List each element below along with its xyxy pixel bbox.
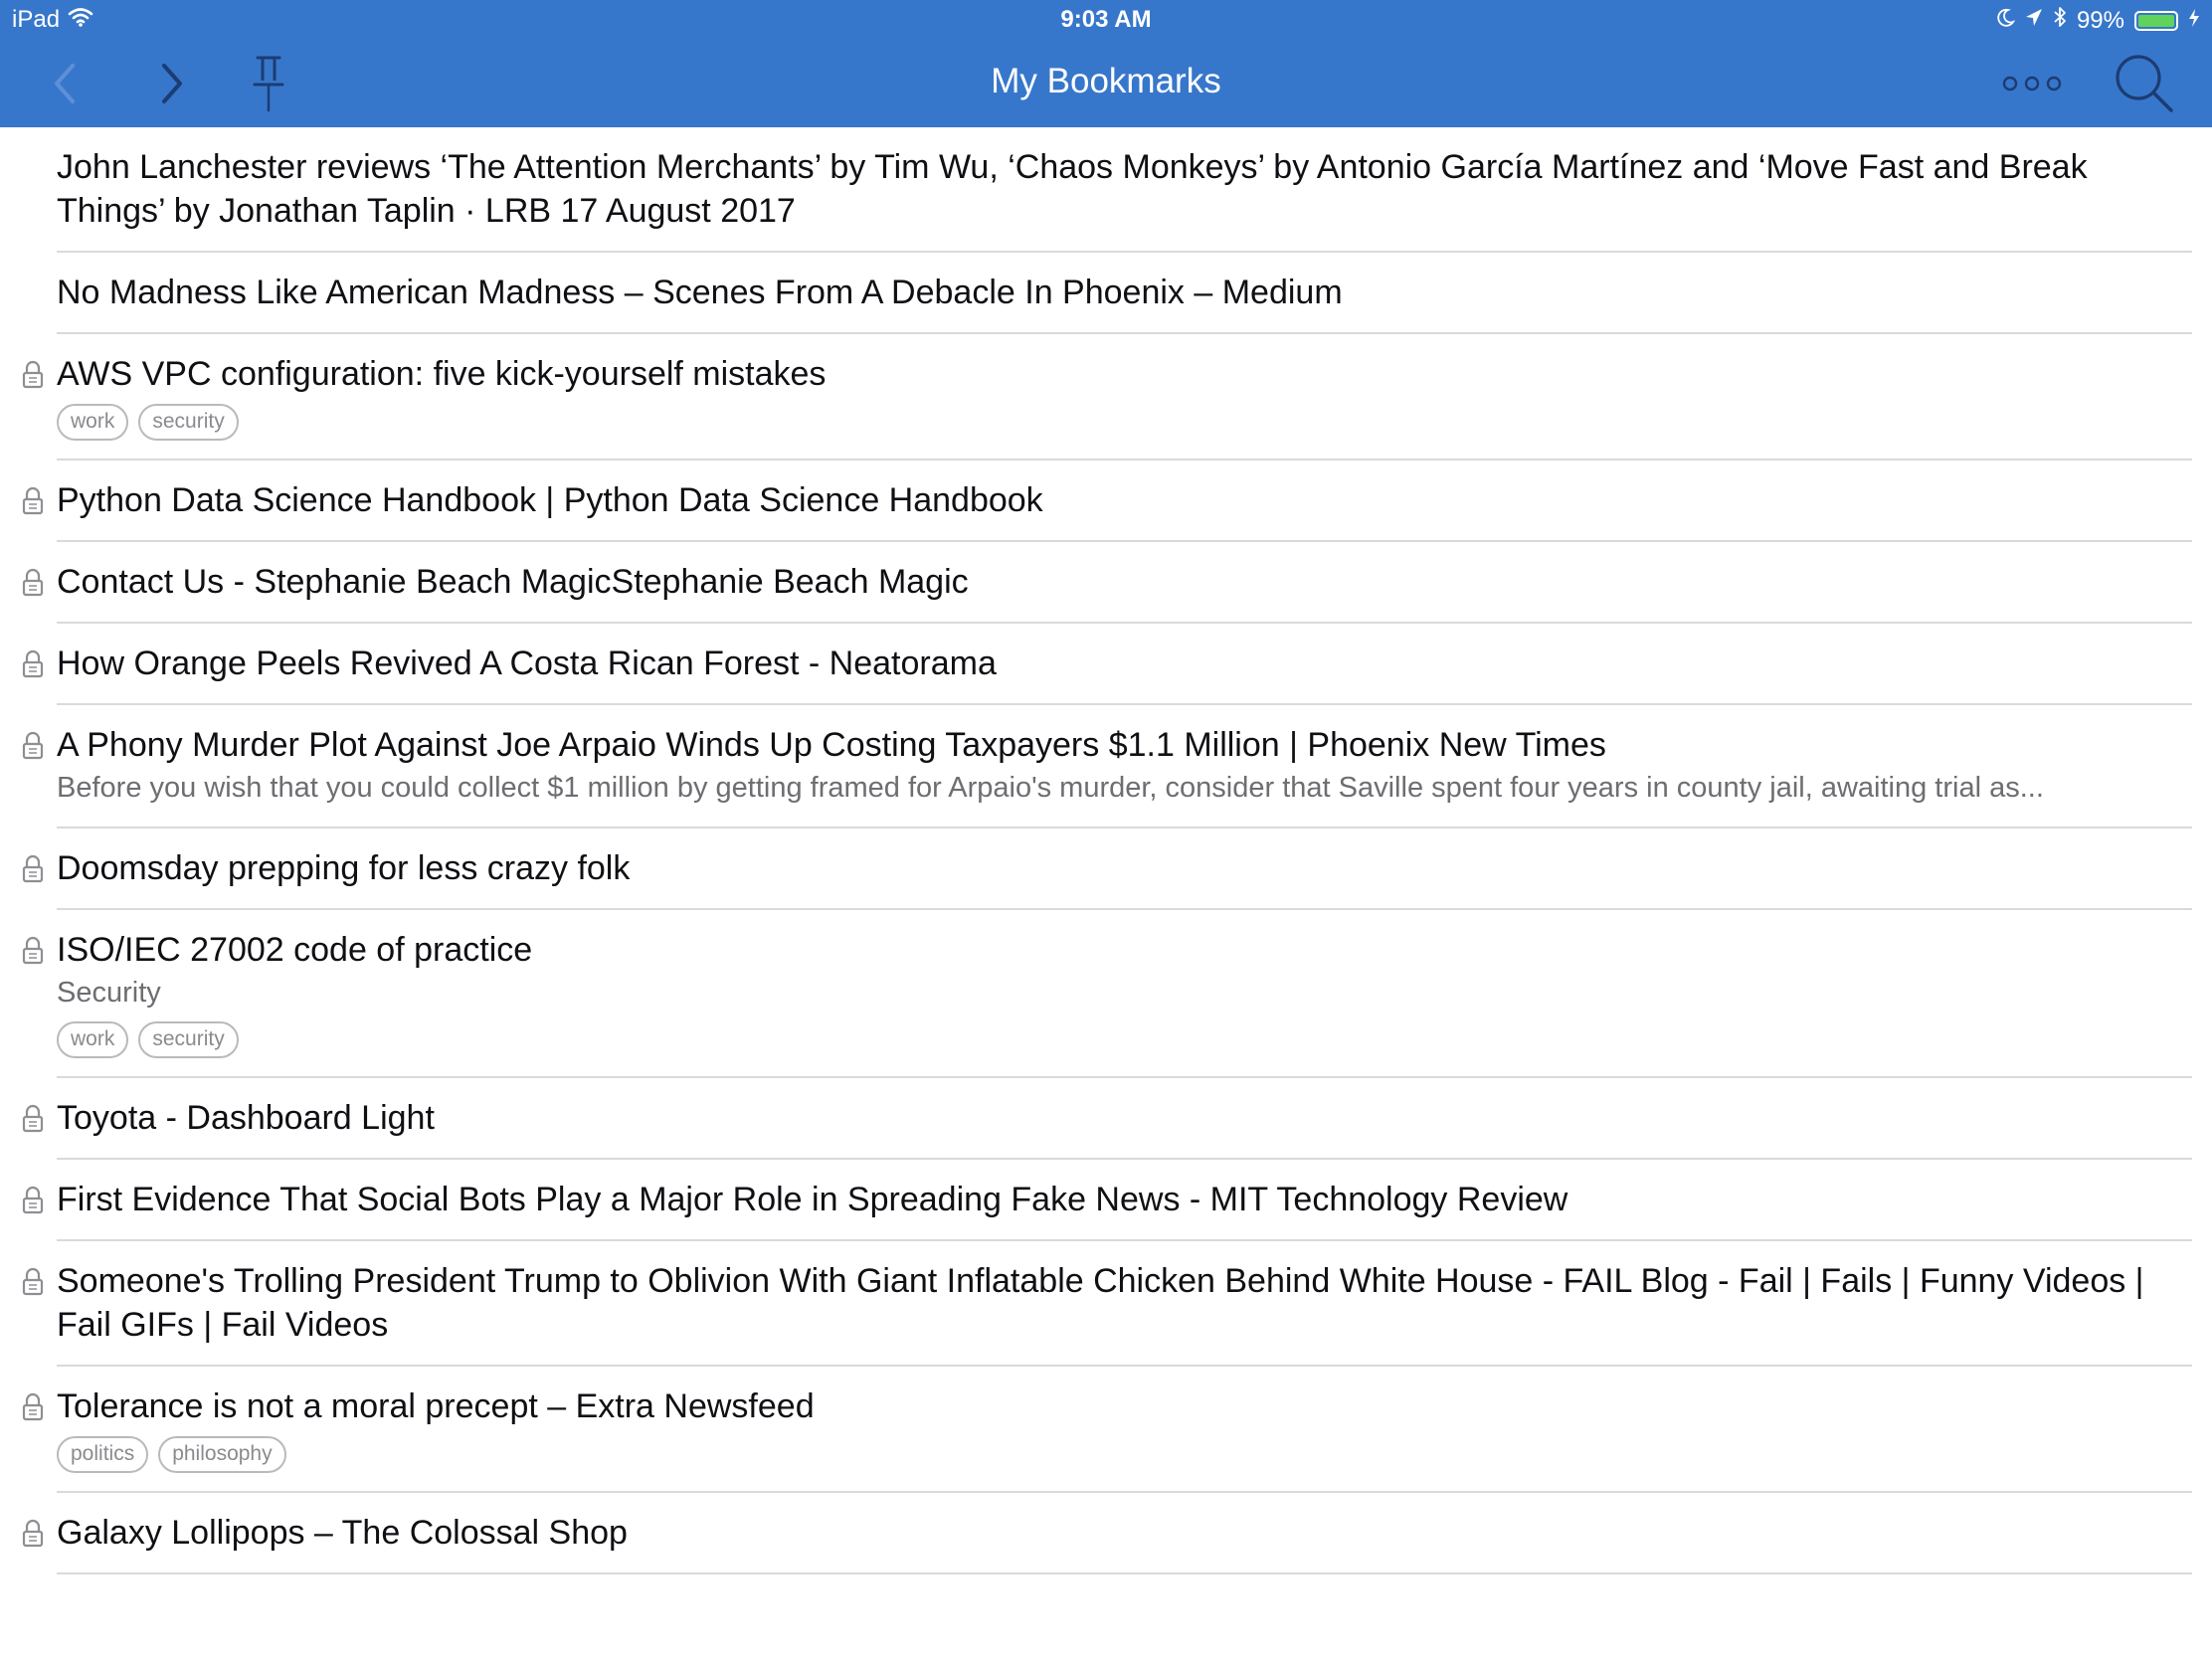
page-title: My Bookmarks bbox=[991, 62, 1221, 100]
bookmark-title: Galaxy Lollipops – The Colossal Shop bbox=[57, 1514, 628, 1552]
bookmark-title: John Lanchester reviews ‘The Attention M… bbox=[57, 148, 2088, 230]
bookmark-row[interactable]: ISO/IEC 27002 code of practice Security wo… bbox=[0, 910, 2212, 1078]
bookmark-content: Doomsday prepping for less crazy folk bbox=[57, 829, 2192, 910]
header: iPad 9:03 AM 99% My Bookmarks bbox=[0, 0, 2212, 127]
nav-bar: My Bookmarks bbox=[0, 40, 2212, 127]
bookmark-row[interactable]: AWS VPC configuration: five kick-yoursel… bbox=[0, 334, 2212, 461]
bookmark-title: Someone's Trolling President Trump to Ob… bbox=[57, 1262, 2144, 1344]
more-button[interactable] bbox=[1997, 52, 2067, 115]
bookmark-row[interactable]: Doomsday prepping for less crazy folk bbox=[0, 829, 2212, 910]
battery-icon bbox=[2134, 10, 2178, 31]
lock-icon bbox=[22, 1267, 44, 1297]
bookmark-content: ISO/IEC 27002 code of practice Security wo… bbox=[57, 910, 2192, 1078]
bookmark-row[interactable]: No Madness Like American Madness – Scene… bbox=[0, 253, 2212, 334]
lock-icon bbox=[22, 854, 44, 884]
battery-percent: 99% bbox=[2076, 6, 2124, 34]
status-time: 9:03 AM bbox=[1060, 6, 1152, 33]
bookmark-content: Galaxy Lollipops – The Colossal Shop bbox=[57, 1493, 2192, 1574]
bookmark-list: John Lanchester reviews ‘The Attention M… bbox=[0, 127, 2212, 1574]
bookmark-row[interactable]: John Lanchester reviews ‘The Attention M… bbox=[0, 127, 2212, 253]
lock-icon bbox=[22, 486, 44, 516]
bookmark-title: Toyota - Dashboard Light bbox=[57, 1099, 435, 1137]
bookmark-row[interactable]: Tolerance is not a moral precept – Extra… bbox=[0, 1367, 2212, 1493]
tag-chip[interactable]: work bbox=[57, 1021, 129, 1058]
bookmark-row[interactable]: Galaxy Lollipops – The Colossal Shop bbox=[0, 1493, 2212, 1574]
bookmark-title: Tolerance is not a moral precept – Extra… bbox=[57, 1387, 815, 1425]
bookmark-row[interactable]: First Evidence That Social Bots Play a M… bbox=[0, 1160, 2212, 1241]
bookmark-content: Tolerance is not a moral precept – Extra… bbox=[57, 1367, 2192, 1493]
lock-icon bbox=[22, 731, 44, 761]
bookmark-content: Contact Us - Stephanie Beach MagicStepha… bbox=[57, 542, 2192, 624]
lock-icon bbox=[22, 1392, 44, 1422]
bookmark-title: No Madness Like American Madness – Scene… bbox=[57, 274, 1343, 311]
tag-chip[interactable]: security bbox=[138, 404, 239, 441]
search-button[interactable] bbox=[2113, 52, 2176, 115]
lock-icon bbox=[22, 360, 44, 390]
bookmark-title: ISO/IEC 27002 code of practice bbox=[57, 931, 533, 969]
charging-bolt-icon bbox=[2188, 7, 2200, 35]
search-icon bbox=[2116, 55, 2173, 112]
bookmark-row[interactable]: Someone's Trolling President Trump to Ob… bbox=[0, 1241, 2212, 1367]
battery-fill bbox=[2138, 14, 2174, 27]
moon-icon bbox=[1995, 7, 2016, 35]
bookmark-title: A Phony Murder Plot Against Joe Arpaio W… bbox=[57, 726, 1606, 764]
bluetooth-icon bbox=[2053, 6, 2067, 35]
tag-list: work security bbox=[57, 1021, 2192, 1058]
tag-chip[interactable]: security bbox=[138, 1021, 239, 1058]
bookmark-content: AWS VPC configuration: five kick-yoursel… bbox=[57, 334, 2192, 461]
tag-chip[interactable]: politics bbox=[57, 1436, 149, 1473]
tag-chip[interactable]: philosophy bbox=[158, 1436, 286, 1473]
bookmark-row[interactable]: How Orange Peels Revived A Costa Rican F… bbox=[0, 624, 2212, 705]
bookmark-title: Python Data Science Handbook | Python Da… bbox=[57, 481, 1043, 519]
tag-chip[interactable]: work bbox=[57, 404, 129, 441]
lock-icon bbox=[22, 649, 44, 679]
bookmark-row[interactable]: Contact Us - Stephanie Beach MagicStepha… bbox=[0, 542, 2212, 624]
bookmark-title: Doomsday prepping for less crazy folk bbox=[57, 849, 631, 887]
lock-icon bbox=[22, 1186, 44, 1215]
bookmark-title: First Evidence That Social Bots Play a M… bbox=[57, 1181, 1568, 1218]
bookmark-title: AWS VPC configuration: five kick-yoursel… bbox=[57, 355, 827, 393]
bookmark-content: No Madness Like American Madness – Scene… bbox=[57, 253, 2192, 334]
status-bar: iPad 9:03 AM 99% bbox=[0, 0, 2212, 40]
bookmark-content: Someone's Trolling President Trump to Ob… bbox=[57, 1241, 2192, 1367]
bookmark-content: A Phony Murder Plot Against Joe Arpaio W… bbox=[57, 705, 2192, 829]
bookmark-description: Security bbox=[57, 977, 161, 1009]
lock-icon bbox=[22, 1104, 44, 1134]
bookmark-title: Contact Us - Stephanie Beach MagicStepha… bbox=[57, 563, 969, 601]
bookmark-row[interactable]: Toyota - Dashboard Light bbox=[0, 1078, 2212, 1160]
bookmark-description: Before you wish that you could collect $… bbox=[57, 772, 2044, 804]
bookmark-content: How Orange Peels Revived A Costa Rican F… bbox=[57, 624, 2192, 705]
bookmark-content: First Evidence That Social Bots Play a M… bbox=[57, 1160, 2192, 1241]
lock-icon bbox=[22, 1519, 44, 1549]
status-right: 99% bbox=[1995, 6, 2200, 35]
bookmark-content: Toyota - Dashboard Light bbox=[57, 1078, 2192, 1160]
bookmark-title: How Orange Peels Revived A Costa Rican F… bbox=[57, 645, 997, 682]
bookmark-row[interactable]: Python Data Science Handbook | Python Da… bbox=[0, 461, 2212, 542]
location-arrow-icon bbox=[2025, 7, 2043, 35]
more-icon bbox=[2002, 76, 2062, 92]
lock-icon bbox=[22, 568, 44, 598]
bookmark-content: Python Data Science Handbook | Python Da… bbox=[57, 461, 2192, 542]
tag-list: politics philosophy bbox=[57, 1436, 2192, 1473]
tag-list: work security bbox=[57, 404, 2192, 441]
lock-icon bbox=[22, 936, 44, 966]
bookmark-content: John Lanchester reviews ‘The Attention M… bbox=[57, 127, 2192, 253]
bookmark-row[interactable]: A Phony Murder Plot Against Joe Arpaio W… bbox=[0, 705, 2212, 829]
